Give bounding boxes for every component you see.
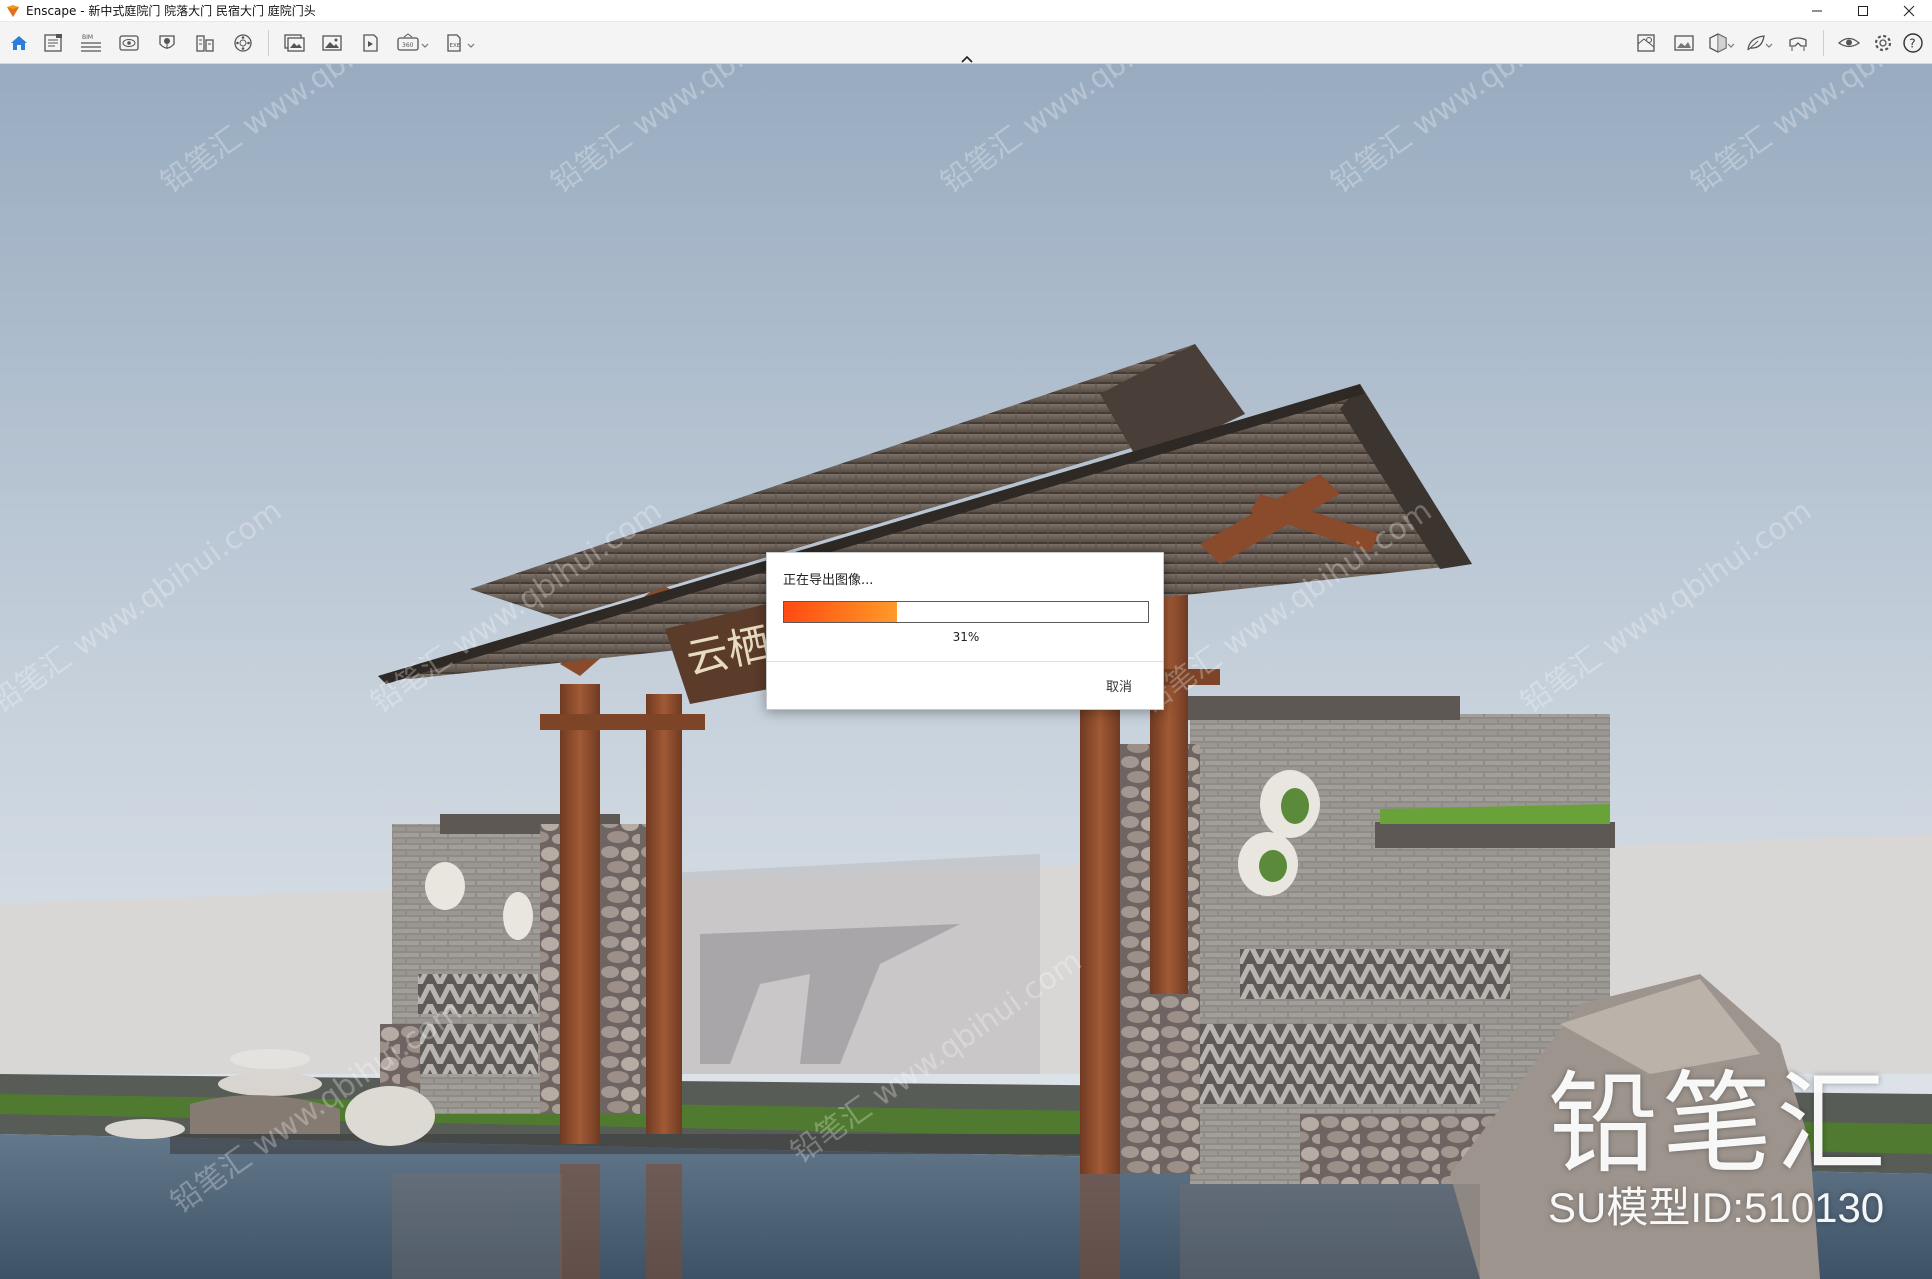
settings-button[interactable] [1868,26,1898,60]
home-button[interactable] [4,26,34,60]
chevron-down-icon [467,34,475,53]
enscape-toolbar: BIM 360 EXE ? [0,22,1932,64]
enscape-window: Enscape - 新中式庭院门 院落大门 民宿大门 庭院门头 BIM 360 … [0,0,1932,1279]
settings-gear-icon [1872,32,1894,54]
vr-headset-button[interactable] [1779,26,1817,60]
window-controls [1794,0,1932,22]
help-button[interactable]: ? [1898,26,1928,60]
asset-library-button[interactable] [224,26,262,60]
building-icon [194,32,216,54]
title-bar: Enscape - 新中式庭院门 院落大门 民宿大门 庭院门头 [0,0,1932,22]
image-export-icon [321,32,343,54]
svg-text:?: ? [1909,37,1915,51]
bim-icon: BIM [79,32,103,54]
export-progress-dialog: 正在导出图像... 31% 取消 [766,552,1164,710]
map-button[interactable] [1627,26,1665,60]
bim-button[interactable]: BIM [72,26,110,60]
visibility-eye-icon [1837,32,1861,54]
video-export-button[interactable] [351,26,389,60]
collapse-toolbar-button[interactable] [957,50,977,64]
chevron-down-icon [421,34,429,53]
svg-text:BIM: BIM [82,34,93,41]
exe-export-icon: EXE [443,32,465,54]
toolbar-separator [268,30,269,56]
svg-text:360: 360 [402,42,414,49]
visibility-button[interactable] [1830,26,1868,60]
views-eye-icon [118,32,140,54]
batch-render-button[interactable] [275,26,313,60]
minimize-button[interactable] [1794,0,1840,22]
help-icon: ? [1902,32,1924,54]
properties-list-icon [42,32,64,54]
export-progress-bar [783,601,1149,623]
dialog-title: 正在导出图像... [783,573,874,588]
image-export-button[interactable] [313,26,351,60]
vr-headset-icon [1787,32,1809,54]
map-icon [1635,32,1657,54]
dialog-divider [767,661,1163,662]
batch-render-icon [282,32,306,54]
home-icon [9,33,29,53]
enscape-logo-icon [6,4,20,18]
close-button[interactable] [1886,0,1932,22]
maximize-button[interactable] [1840,0,1886,22]
gallery-button[interactable] [1665,26,1703,60]
panorama-dropdown[interactable] [419,26,431,60]
building-button[interactable] [186,26,224,60]
views-button[interactable] [110,26,148,60]
gallery-image-icon [1673,32,1695,54]
svg-text:EXE: EXE [450,43,461,49]
atmosphere-icon [156,32,178,54]
cancel-button[interactable]: 取消 [1089,671,1149,699]
model-id-label: SU模型ID:510130 [1548,1184,1885,1231]
panorama-360-icon: 360 [396,32,420,54]
feedback-dropdown[interactable] [1763,26,1775,60]
progress-fill [784,602,897,622]
properties-button[interactable] [34,26,72,60]
toolbar-separator [1823,30,1824,56]
section-box-dropdown[interactable] [1725,26,1737,60]
chevron-down-icon [1765,34,1773,53]
brand-title: 铅笔汇 [1548,1060,1890,1188]
brand-watermark: 铅笔汇 SU模型ID:510130 [1548,1064,1928,1232]
atmosphere-button[interactable] [148,26,186,60]
progress-percentage: 31% [952,630,980,644]
video-export-icon [359,32,381,54]
toolbar-left-group: BIM 360 EXE [4,22,481,64]
toolbar-right-group: ? [1627,22,1928,64]
asset-library-icon [232,32,254,54]
exe-export-dropdown[interactable] [465,26,477,60]
window-title: Enscape - 新中式庭院门 院落大门 民宿大门 庭院门头 [26,4,316,18]
chevron-down-icon [1727,34,1735,53]
